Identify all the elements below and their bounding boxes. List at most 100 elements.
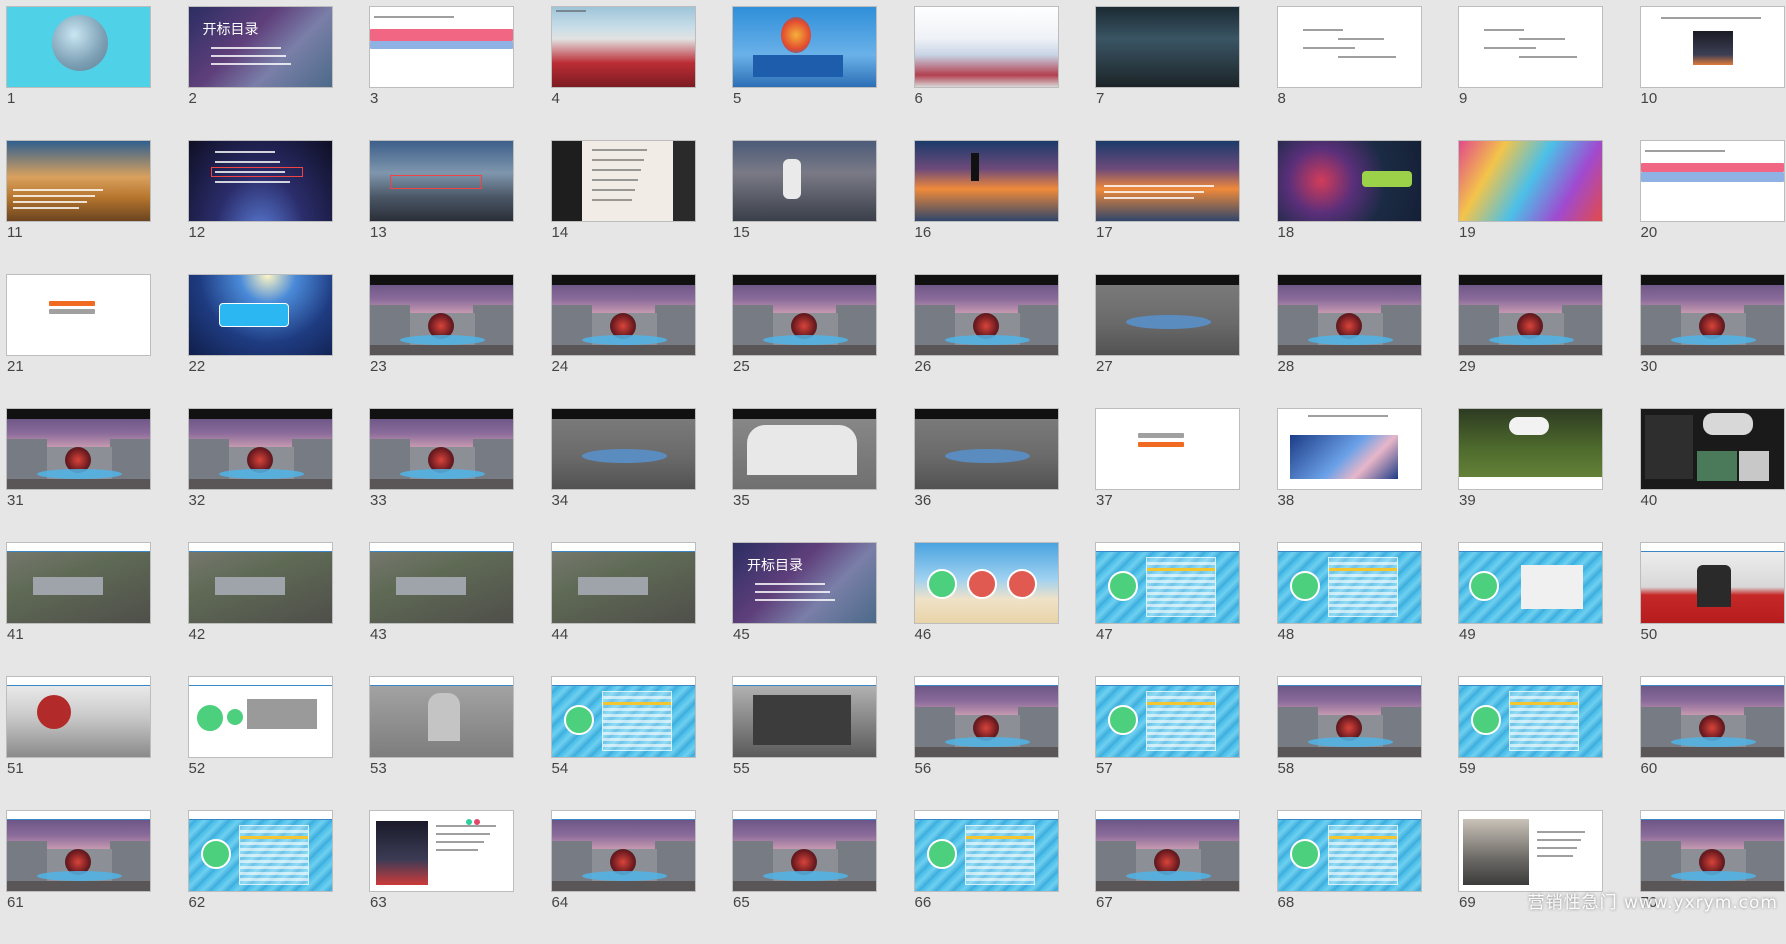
slide-thumbnail[interactable]: 68	[1276, 810, 1422, 944]
slide-preview[interactable]	[187, 542, 333, 624]
slide-thumbnail[interactable]: 39	[1458, 408, 1603, 542]
slide-preview[interactable]	[1639, 676, 1785, 758]
slide-preview[interactable]	[369, 810, 514, 892]
slide-thumbnail[interactable]: 55	[732, 676, 877, 810]
slide-thumbnail[interactable]: 44	[550, 542, 696, 676]
slide-preview[interactable]	[6, 810, 151, 892]
slide-preview[interactable]	[369, 6, 514, 88]
slide-preview[interactable]	[6, 6, 151, 88]
slide-thumbnail[interactable]: 30	[1639, 274, 1785, 408]
slide-thumbnail[interactable]: 10	[1639, 6, 1785, 140]
slide-preview[interactable]	[913, 6, 1059, 88]
slide-thumbnail[interactable]: 33	[369, 408, 514, 542]
slide-thumbnail[interactable]: 66	[913, 810, 1059, 944]
slide-preview[interactable]	[1095, 542, 1240, 624]
slide-preview[interactable]	[732, 274, 877, 356]
slide-preview[interactable]	[550, 542, 696, 624]
slide-preview[interactable]	[1276, 140, 1422, 222]
slide-preview[interactable]	[913, 140, 1059, 222]
slide-preview[interactable]	[1458, 810, 1603, 892]
slide-preview[interactable]	[369, 140, 514, 222]
slide-preview[interactable]	[913, 676, 1059, 758]
slide-preview[interactable]	[732, 6, 877, 88]
slide-thumbnail[interactable]: 50	[1639, 542, 1785, 676]
slide-preview[interactable]	[1639, 408, 1785, 490]
slide-thumbnail[interactable]: 19	[1458, 140, 1603, 274]
slide-preview[interactable]	[550, 676, 696, 758]
slide-preview[interactable]	[1095, 140, 1240, 222]
slide-preview[interactable]	[1458, 676, 1603, 758]
slide-preview[interactable]	[187, 676, 333, 758]
slide-thumbnail[interactable]: 1	[6, 6, 151, 140]
slide-preview[interactable]	[1639, 810, 1785, 892]
slide-preview[interactable]	[187, 408, 333, 490]
slide-thumbnail[interactable]: 34	[550, 408, 696, 542]
slide-thumbnail[interactable]: 28	[1276, 274, 1422, 408]
slide-thumbnail[interactable]: 40	[1639, 408, 1785, 542]
slide-thumbnail[interactable]: 58	[1276, 676, 1422, 810]
slide-preview[interactable]	[1639, 542, 1785, 624]
slide-preview[interactable]	[187, 140, 333, 222]
slide-thumbnail[interactable]: 29	[1458, 274, 1603, 408]
slide-preview[interactable]	[1095, 676, 1240, 758]
slide-preview[interactable]	[369, 408, 514, 490]
slide-thumbnail[interactable]: 27	[1095, 274, 1240, 408]
slide-thumbnail[interactable]: 54	[550, 676, 696, 810]
slide-thumbnail[interactable]: 32	[187, 408, 333, 542]
slide-thumbnail[interactable]: 67	[1095, 810, 1240, 944]
slide-thumbnail[interactable]: 49	[1458, 542, 1603, 676]
slide-thumbnail[interactable]: 48	[1276, 542, 1422, 676]
slide-thumbnail[interactable]: 9	[1458, 6, 1603, 140]
slide-thumbnail[interactable]: 开标目录 2	[187, 6, 333, 140]
slide-thumbnail[interactable]: 41	[6, 542, 151, 676]
slide-thumbnail[interactable]: 22	[187, 274, 333, 408]
slide-preview[interactable]	[732, 810, 877, 892]
slide-thumbnail[interactable]: 59	[1458, 676, 1603, 810]
slide-preview[interactable]	[1095, 274, 1240, 356]
slide-thumbnail[interactable]: 42	[187, 542, 333, 676]
slide-thumbnail[interactable]: 13	[369, 140, 514, 274]
slide-preview[interactable]	[550, 274, 696, 356]
slide-preview[interactable]	[1458, 274, 1603, 356]
slide-preview[interactable]	[1276, 676, 1422, 758]
slide-preview[interactable]	[187, 274, 333, 356]
slide-preview[interactable]: 开标目录	[732, 542, 877, 624]
slide-thumbnail[interactable]: 14	[550, 140, 696, 274]
slide-thumbnail[interactable]: 36	[913, 408, 1059, 542]
slide-preview[interactable]	[1639, 274, 1785, 356]
slide-preview[interactable]	[1095, 810, 1240, 892]
slide-thumbnail[interactable]: 60	[1639, 676, 1785, 810]
slide-thumbnail[interactable]: 56	[913, 676, 1059, 810]
slide-thumbnail[interactable]: 20	[1639, 140, 1785, 274]
slide-thumbnail[interactable]: 4	[550, 6, 696, 140]
slide-thumbnail[interactable]: 6	[913, 6, 1059, 140]
slide-preview[interactable]	[913, 542, 1059, 624]
slide-thumbnail[interactable]: 7	[1095, 6, 1240, 140]
slide-preview[interactable]	[6, 676, 151, 758]
slide-thumbnail[interactable]: 57	[1095, 676, 1240, 810]
slide-preview[interactable]	[1276, 810, 1422, 892]
slide-preview[interactable]	[369, 542, 514, 624]
slide-preview[interactable]	[550, 810, 696, 892]
slide-preview[interactable]	[732, 140, 877, 222]
slide-thumbnail[interactable]: 5	[732, 6, 877, 140]
slide-thumbnail[interactable]: 24	[550, 274, 696, 408]
slide-thumbnail[interactable]: 70	[1639, 810, 1785, 944]
slide-preview[interactable]	[6, 542, 151, 624]
slide-thumbnail[interactable]: 3	[369, 6, 514, 140]
slide-preview[interactable]	[913, 810, 1059, 892]
slide-thumbnail[interactable]: 51	[6, 676, 151, 810]
slide-thumbnail[interactable]: 26	[913, 274, 1059, 408]
slide-thumbnail[interactable]: 15	[732, 140, 877, 274]
slide-preview[interactable]	[913, 274, 1059, 356]
slide-preview[interactable]	[1458, 6, 1603, 88]
slide-thumbnail[interactable]: 16	[913, 140, 1059, 274]
slide-preview[interactable]	[550, 6, 696, 88]
slide-preview[interactable]	[1276, 542, 1422, 624]
slide-preview[interactable]	[913, 408, 1059, 490]
slide-preview[interactable]	[732, 408, 877, 490]
slide-thumbnail[interactable]: 开标目录 45	[732, 542, 877, 676]
slide-thumbnail[interactable]: 17	[1095, 140, 1240, 274]
slide-thumbnail[interactable]: 25	[732, 274, 877, 408]
slide-thumbnail[interactable]: 43	[369, 542, 514, 676]
